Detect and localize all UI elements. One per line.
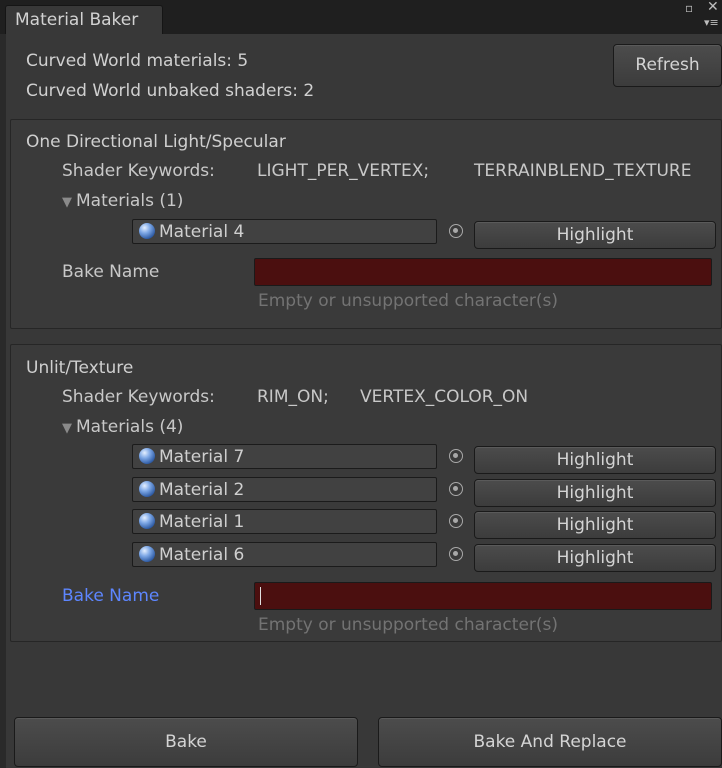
materials-count: Curved World materials: 5 (26, 51, 249, 71)
bake-name-input[interactable] (254, 258, 712, 286)
object-picker-icon[interactable] (449, 224, 463, 238)
highlight-button[interactable]: Highlight (474, 221, 716, 249)
tab-menu-icon[interactable]: ▾≡ (704, 16, 719, 29)
shader-name: One Directional Light/Specular (26, 132, 286, 152)
object-picker-icon[interactable] (449, 482, 463, 496)
shader-section-1: One Directional Light/Specular Shader Ke… (10, 119, 722, 329)
highlight-button[interactable]: Highlight (474, 511, 716, 539)
object-picker-icon[interactable] (449, 514, 463, 528)
bake-button[interactable]: Bake (14, 717, 358, 767)
foldout-triangle-icon: ▼ (62, 195, 72, 210)
materials-header: Materials (1) (76, 191, 184, 211)
material-field[interactable]: Material 4 (132, 219, 437, 244)
highlight-button-label: Highlight (556, 450, 634, 470)
object-picker-icon[interactable] (449, 547, 463, 561)
materials-foldout[interactable]: ▼ Materials (1) (62, 191, 183, 211)
shader-keyword: VERTEX_COLOR_ON (360, 387, 529, 407)
shader-keywords-label: Shader Keywords: (62, 161, 215, 181)
material-name: Material 4 (159, 222, 245, 242)
bake-name-label: Bake Name (62, 262, 160, 282)
shader-keyword: LIGHT_PER_VERTEX; (257, 161, 430, 181)
material-sphere-icon (139, 481, 155, 497)
materials-header: Materials (4) (76, 417, 184, 437)
tab-strip: Material Baker ▫ ✕ ▾≡ (0, 0, 722, 34)
material-name: Material 1 (159, 512, 245, 532)
material-sphere-icon (139, 223, 155, 239)
maximize-icon[interactable]: ▫ (685, 1, 693, 15)
material-name: Material 6 (159, 545, 245, 565)
foldout-triangle-icon: ▼ (62, 421, 72, 436)
material-field[interactable]: Material 1 (132, 509, 437, 534)
bake-and-replace-button[interactable]: Bake And Replace (378, 717, 722, 767)
highlight-button[interactable]: Highlight (474, 544, 716, 572)
bake-name-input[interactable] (254, 582, 712, 610)
highlight-button-label: Highlight (556, 548, 634, 568)
bake-and-replace-button-label: Bake And Replace (473, 732, 627, 752)
shader-keyword: TERRAINBLEND_TEXTURE (474, 161, 692, 181)
shader-keyword: RIM_ON; (257, 387, 329, 407)
text-caret (260, 587, 261, 605)
material-field[interactable]: Material 6 (132, 542, 437, 567)
material-sphere-icon (139, 448, 155, 464)
bake-name-error: Empty or unsupported character(s) (258, 615, 559, 635)
material-field[interactable]: Material 7 (132, 444, 437, 469)
materials-foldout[interactable]: ▼ Materials (4) (62, 417, 183, 437)
window-tab[interactable]: Material Baker (5, 5, 163, 34)
material-name: Material 7 (159, 447, 245, 467)
highlight-button-label: Highlight (556, 515, 634, 535)
refresh-button[interactable]: Refresh (613, 44, 722, 87)
shader-section-2: Unlit/Texture Shader Keywords: RIM_ON; V… (10, 344, 722, 642)
shader-keywords-label: Shader Keywords: (62, 387, 215, 407)
highlight-button-label: Highlight (556, 225, 634, 245)
unbaked-shaders-count: Curved World unbaked shaders: 2 (26, 81, 315, 101)
object-picker-icon[interactable] (449, 449, 463, 463)
bake-name-error: Empty or unsupported character(s) (258, 291, 559, 311)
highlight-button[interactable]: Highlight (474, 446, 716, 474)
material-sphere-icon (139, 546, 155, 562)
material-field[interactable]: Material 2 (132, 477, 437, 502)
shader-name: Unlit/Texture (26, 358, 134, 378)
highlight-button[interactable]: Highlight (474, 479, 716, 507)
refresh-button-label: Refresh (635, 55, 700, 75)
highlight-button-label: Highlight (556, 483, 634, 503)
bake-name-label: Bake Name (62, 586, 160, 606)
close-icon[interactable]: ✕ (707, 0, 719, 15)
bake-button-label: Bake (165, 732, 207, 752)
window-title: Material Baker (15, 10, 139, 30)
material-sphere-icon (139, 513, 155, 529)
material-name: Material 2 (159, 480, 245, 500)
